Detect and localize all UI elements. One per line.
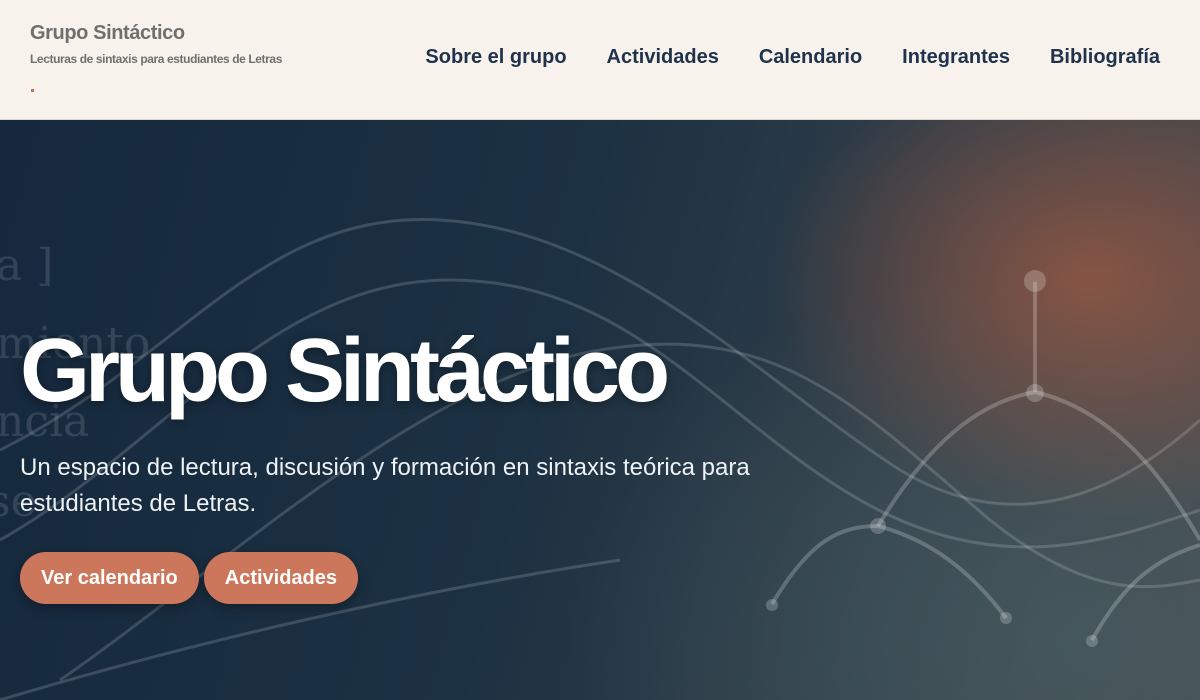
actividades-button[interactable]: Actividades xyxy=(203,552,359,604)
brand-tagline: Lecturas de sintaxis para estudiantes de… xyxy=(30,52,282,66)
nav-bibliografia[interactable]: Bibliografía xyxy=(1050,46,1160,69)
main-nav: Sobre el grupo Actividades Calendario In… xyxy=(425,46,1160,69)
brand-accent-dot xyxy=(31,89,34,92)
nav-sobre-el-grupo[interactable]: Sobre el grupo xyxy=(425,46,566,69)
site-header: Grupo Sintáctico Lecturas de sintaxis pa… xyxy=(0,0,1200,120)
brand[interactable]: Grupo Sintáctico Lecturas de sintaxis pa… xyxy=(30,22,282,66)
hero-section: a ] miento ncia se Grupo Sintáctico Un e… xyxy=(0,120,1200,700)
ver-calendario-button[interactable]: Ver calendario xyxy=(20,552,199,604)
nav-integrantes[interactable]: Integrantes xyxy=(902,46,1010,69)
nav-calendario[interactable]: Calendario xyxy=(759,46,862,69)
nav-actividades[interactable]: Actividades xyxy=(607,46,719,69)
brand-title[interactable]: Grupo Sintáctico xyxy=(30,22,282,45)
hero-subtitle: Un espacio de lectura, discusión y forma… xyxy=(20,454,750,517)
hero-title: Grupo Sintáctico xyxy=(20,321,670,421)
hero-cta-group: Ver calendario Actividades xyxy=(20,552,359,604)
background-word: a ] xyxy=(0,240,54,291)
